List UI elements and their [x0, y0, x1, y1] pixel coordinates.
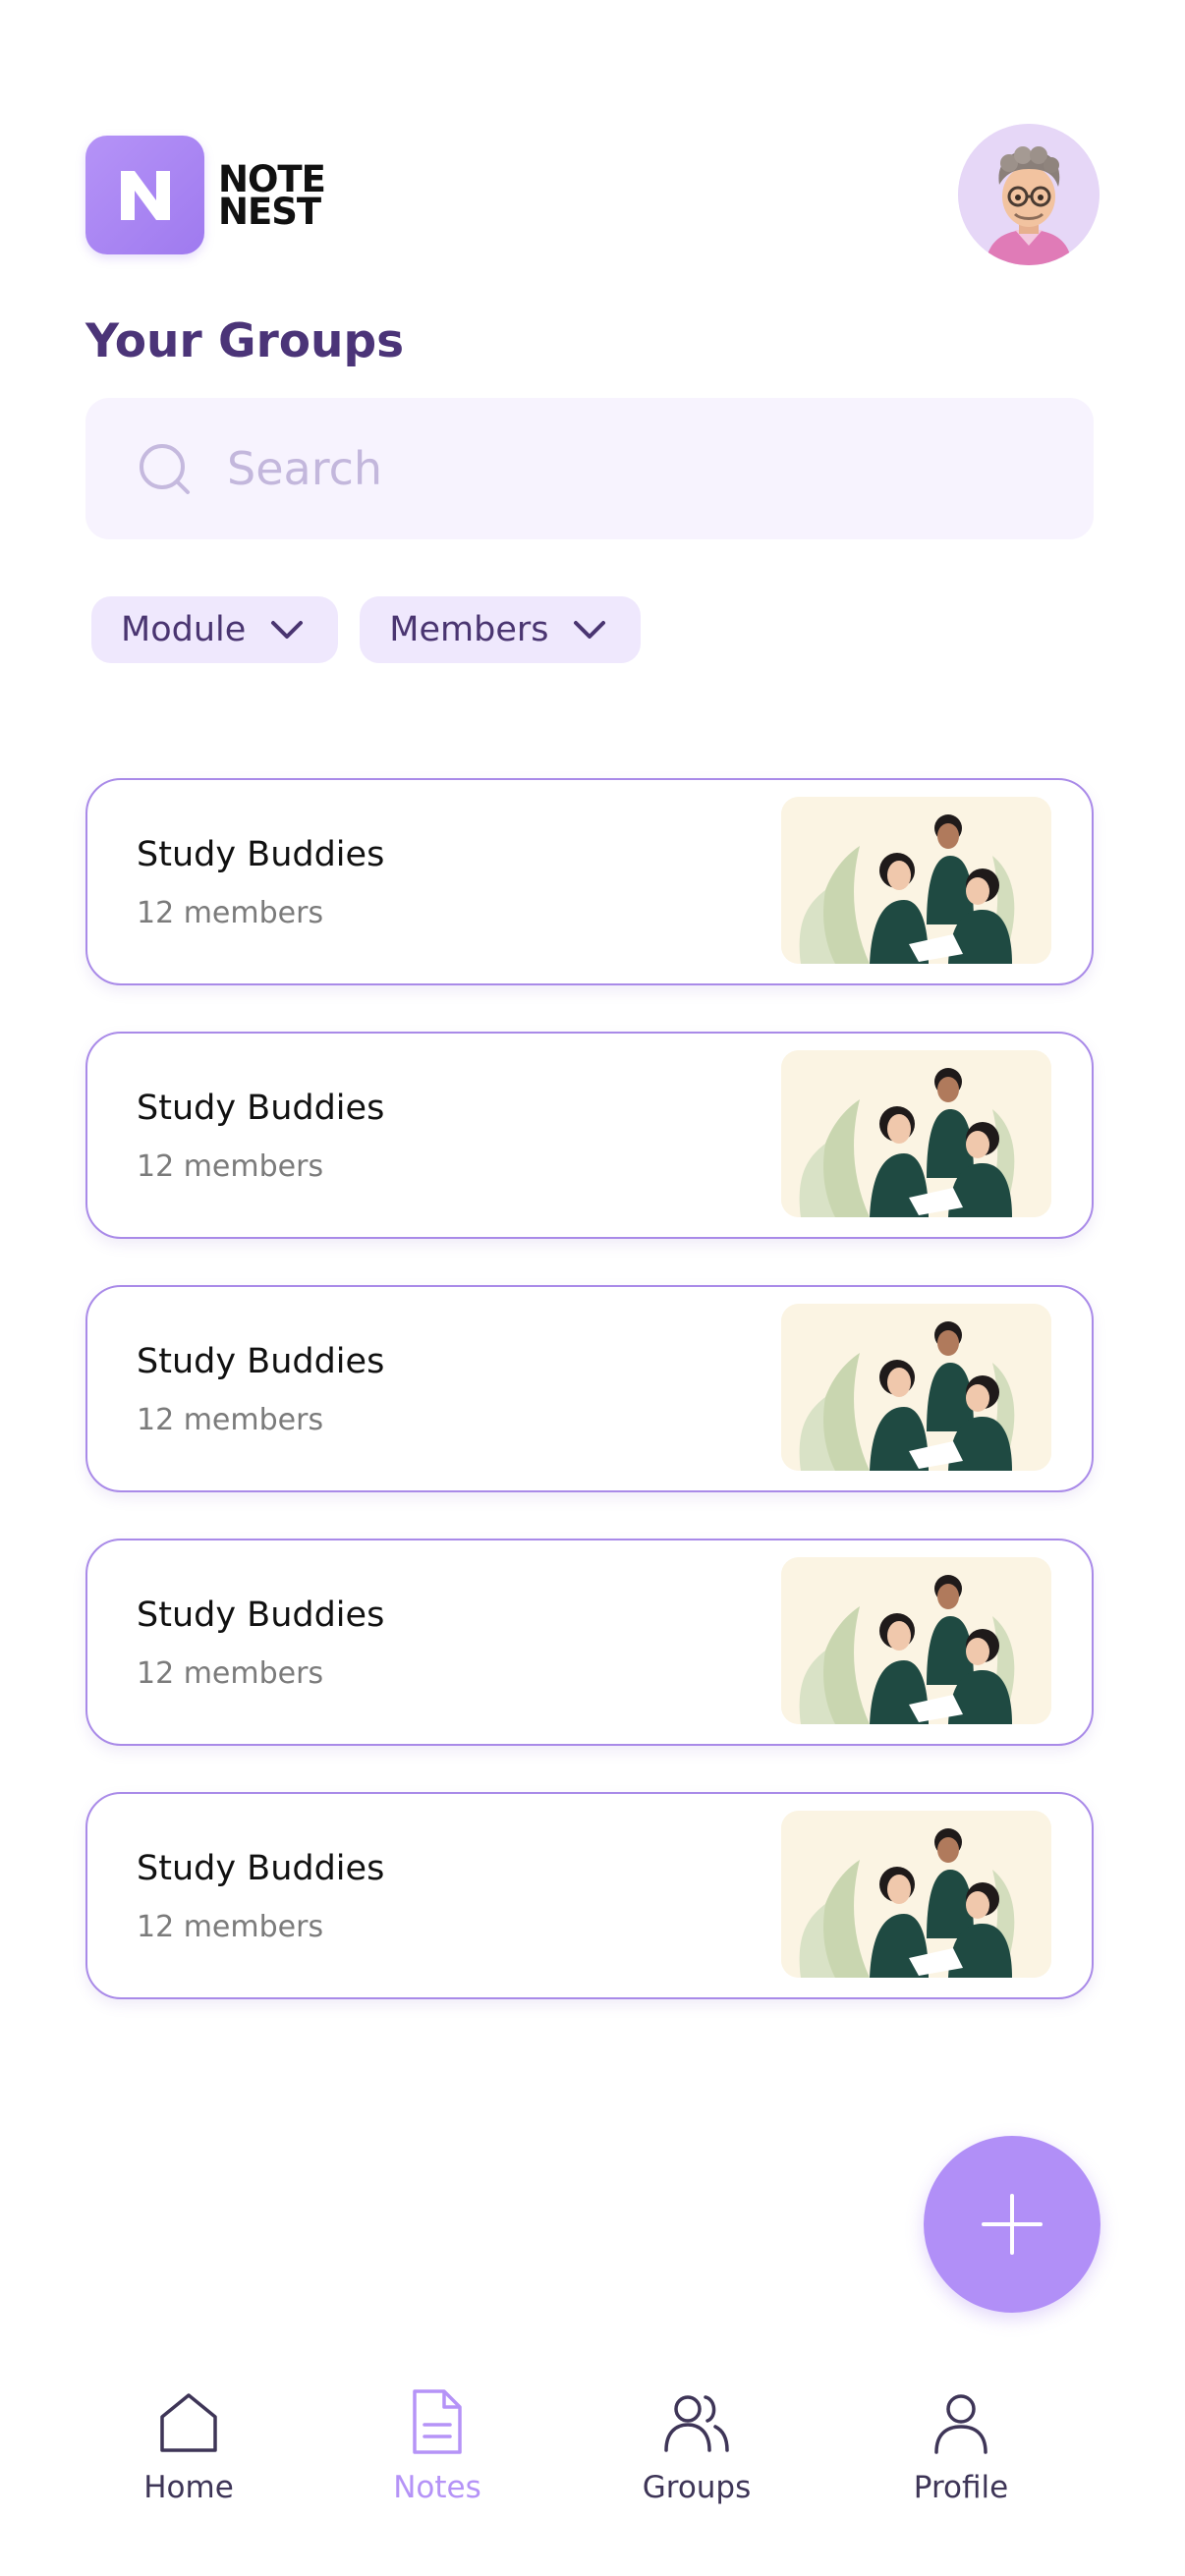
- nav-groups-label: Groups: [642, 2470, 752, 2505]
- group-name: Study Buddies: [137, 835, 385, 874]
- group-members-count: 12 members: [137, 1656, 324, 1691]
- nav-groups[interactable]: Groups: [598, 2387, 795, 2505]
- group-thumbnail: [781, 1811, 1051, 1978]
- logo-mark: [85, 136, 204, 254]
- group-name: Study Buddies: [137, 1342, 385, 1381]
- avatar-illustration: [958, 124, 1100, 265]
- study-group-illustration: [781, 1811, 1051, 1978]
- group-members-count: 12 members: [137, 1403, 324, 1437]
- group-thumbnail: [781, 1557, 1051, 1724]
- group-members-count: 12 members: [137, 896, 324, 930]
- group-card[interactable]: Study Buddies 12 members: [85, 778, 1094, 985]
- filter-members-button[interactable]: Members: [360, 596, 642, 663]
- group-card[interactable]: Study Buddies 12 members: [85, 1032, 1094, 1239]
- logo-wordmark: NOTE NEST: [218, 161, 326, 233]
- profile-avatar[interactable]: [958, 124, 1100, 265]
- groups-screen: NOTE NEST Your Groups Search Module Memb…: [0, 0, 1185, 2576]
- nav-notes-label: Notes: [393, 2470, 481, 2505]
- group-card[interactable]: Study Buddies 12 members: [85, 1285, 1094, 1492]
- search-input[interactable]: [225, 441, 1015, 496]
- nav-home[interactable]: Home: [90, 2387, 287, 2505]
- nav-profile-label: Profile: [913, 2470, 1009, 2505]
- search-icon: [140, 444, 190, 494]
- group-name: Study Buddies: [137, 1849, 385, 1888]
- home-icon: [160, 2393, 217, 2452]
- group-thumbnail: [781, 797, 1051, 964]
- filter-module-button[interactable]: Module: [91, 596, 339, 663]
- nav-profile[interactable]: Profile: [863, 2387, 1059, 2505]
- study-group-illustration: [781, 1557, 1051, 1724]
- study-group-illustration: [781, 1304, 1051, 1471]
- group-thumbnail: [781, 1050, 1051, 1217]
- group-name: Study Buddies: [137, 1596, 385, 1635]
- users-icon: [664, 2395, 729, 2452]
- search-bar[interactable]: [85, 398, 1094, 539]
- user-icon: [934, 2394, 988, 2454]
- filter-module-label: Module: [121, 610, 247, 649]
- filter-members-label: Members: [389, 610, 549, 649]
- chevron-down-icon: [271, 621, 304, 639]
- group-card[interactable]: Study Buddies 12 members: [85, 1539, 1094, 1746]
- chevron-down-icon: [574, 621, 606, 639]
- app-logo: NOTE NEST: [85, 136, 326, 254]
- logo-n-icon: [120, 170, 170, 220]
- study-group-illustration: [781, 797, 1051, 964]
- nav-home-label: Home: [143, 2470, 234, 2505]
- logo-line-2: NEST: [218, 190, 321, 233]
- study-group-illustration: [781, 1050, 1051, 1217]
- plus-icon: [982, 2194, 1043, 2255]
- group-name: Study Buddies: [137, 1089, 385, 1128]
- document-icon: [413, 2389, 462, 2454]
- page-title: Your Groups: [85, 314, 405, 368]
- bottom-nav: Home Notes Groups Profile: [0, 2387, 1185, 2535]
- group-list: Study Buddies 12 members Study Buddies 1…: [85, 778, 1094, 2045]
- filter-chips: Module Members: [91, 596, 642, 663]
- add-group-button[interactable]: [924, 2136, 1100, 2313]
- group-card[interactable]: Study Buddies 12 members: [85, 1792, 1094, 1999]
- group-thumbnail: [781, 1304, 1051, 1471]
- group-members-count: 12 members: [137, 1149, 324, 1184]
- group-members-count: 12 members: [137, 1910, 324, 1944]
- nav-notes[interactable]: Notes: [339, 2387, 536, 2505]
